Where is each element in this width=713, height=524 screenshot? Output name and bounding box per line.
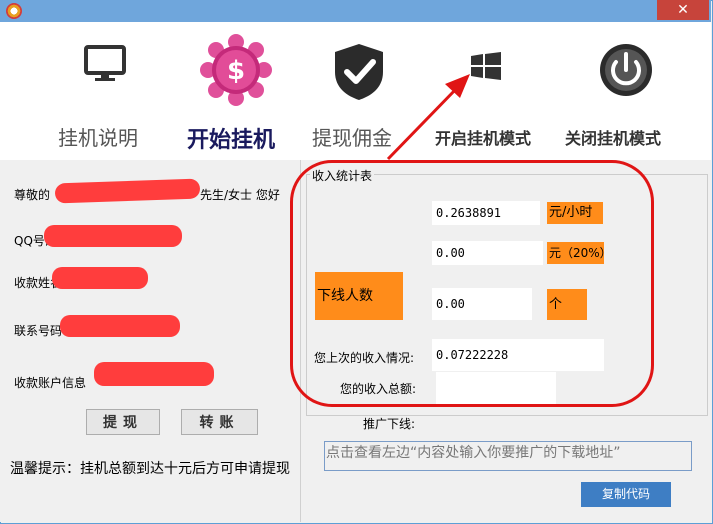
withdraw-button[interactable]: 提现 (86, 409, 160, 435)
monitor-icon (84, 45, 126, 81)
power-icon (600, 44, 652, 96)
account-label: 收款账户信息 (14, 376, 87, 390)
nav-item-disable-mode[interactable]: 关闭挂机模式 (562, 22, 687, 152)
nav-label-enable-mode: 开启挂机模式 (435, 129, 532, 148)
close-button[interactable]: ✕ (657, 0, 709, 20)
nav-toolbar: 挂机说明 $ 开始挂机 提现佣金 开启挂机模式 关闭挂机模式 (0, 22, 711, 160)
svg-text:$: $ (227, 56, 245, 86)
greeting-prefix: 尊敬的 (14, 188, 51, 202)
redaction-mark (44, 225, 182, 247)
dollar-flower-icon: $ (200, 34, 272, 106)
withdraw-hint: 温馨提示：挂机总额到达十元后方可申请提现 (10, 461, 290, 477)
nav-item-start[interactable]: $ 开始挂机 (180, 22, 295, 153)
windows-icon (471, 52, 501, 80)
title-bar: ✕ (0, 0, 711, 22)
transfer-button[interactable]: 转账 (181, 409, 258, 435)
greeting-suffix: 先生/女士 您好 (200, 188, 280, 202)
promote-label: 推广下线: (363, 417, 416, 431)
annotation-oval (290, 160, 654, 407)
redaction-mark (52, 267, 148, 289)
nav-label-withdraw: 提现佣金 (312, 126, 392, 150)
nav-label-help: 挂机说明 (58, 126, 138, 150)
nav-item-withdraw[interactable]: 提现佣金 (305, 22, 415, 152)
nav-label-disable-mode: 关闭挂机模式 (565, 129, 662, 148)
copy-code-button[interactable]: 复制代码 (581, 482, 671, 507)
nav-item-help[interactable]: 挂机说明 (50, 22, 160, 152)
phone-label: 联系号码 (14, 324, 63, 338)
nav-item-enable-mode[interactable]: 开启挂机模式 (430, 22, 555, 152)
redaction-mark (94, 362, 214, 386)
app-logo-icon (6, 3, 22, 19)
promote-link-input[interactable]: 点击查看左边“内容处输入你要推广的下载地址” (324, 441, 692, 471)
redaction-mark (60, 315, 180, 337)
nav-label-start: 开始挂机 (187, 128, 276, 153)
shield-check-icon (335, 44, 383, 100)
